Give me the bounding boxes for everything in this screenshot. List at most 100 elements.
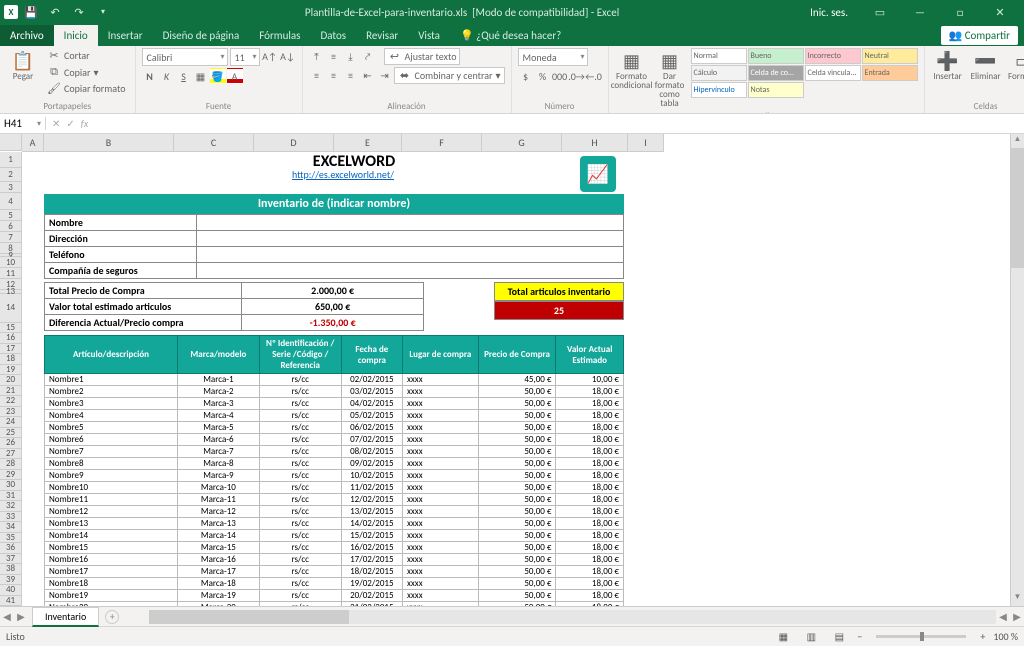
zoom-slider[interactable] <box>876 635 966 638</box>
table-row[interactable]: Nombre18Marca-18rs/cc19/02/2015xxxx50,00… <box>45 578 624 590</box>
scroll-up-icon[interactable]: ▲ <box>1011 134 1024 148</box>
inventory-data-table[interactable]: Artículo/descripciónMarca/modeloNº Ident… <box>44 335 624 606</box>
underline-icon[interactable]: S <box>176 68 192 84</box>
row-header[interactable]: 6 <box>0 221 22 232</box>
col-header[interactable]: D <box>254 134 334 151</box>
increase-font-icon[interactable]: A↑ <box>262 48 278 64</box>
cell-style[interactable]: Celda de co... <box>748 65 804 81</box>
delete-cells-button[interactable]: ➖Eliminar <box>969 48 1003 83</box>
align-top-icon[interactable]: ⤒ <box>309 48 325 64</box>
orientation-icon[interactable]: ⤤ <box>360 48 376 64</box>
doc-url-link[interactable]: http://es.excelworld.net/ <box>22 168 664 183</box>
tab-inicio[interactable]: Inicio <box>54 25 98 46</box>
tab-revisar[interactable]: Revisar <box>356 25 408 46</box>
format-cells-button[interactable]: ▭Formato <box>1007 48 1024 83</box>
row-headers[interactable]: 1234567891011121314151617181920212223242… <box>0 152 22 606</box>
bold-icon[interactable]: N <box>142 68 158 84</box>
ribbon-options-icon[interactable]: ▭ <box>860 0 900 24</box>
maximize-icon[interactable]: □ <box>940 0 980 24</box>
row-header[interactable]: 11 <box>0 268 22 279</box>
fx-icon[interactable]: fx <box>81 117 88 130</box>
enter-formula-icon[interactable]: ✓ <box>66 117 74 130</box>
table-row[interactable]: Nombre13Marca-13rs/cc14/02/2015xxxx50,00… <box>45 518 624 530</box>
row-header[interactable]: 14 <box>0 294 22 322</box>
table-row[interactable]: Nombre2Marca-2rs/cc03/02/2015xxxx50,00 €… <box>45 386 624 398</box>
row-header[interactable]: 4 <box>0 193 22 210</box>
align-bottom-icon[interactable]: ⤓ <box>343 48 359 64</box>
cell-style[interactable]: Neutral <box>862 48 918 64</box>
paste-button[interactable]: 📋Pegar <box>6 48 40 83</box>
italic-icon[interactable]: K <box>159 68 175 84</box>
table-row[interactable]: Nombre15Marca-15rs/cc16/02/2015xxxx50,00… <box>45 542 624 554</box>
wrap-text-button[interactable]: ↩Ajustar texto <box>384 48 461 65</box>
tab-file[interactable]: Archivo <box>0 25 54 46</box>
row-header[interactable]: 2 <box>0 168 22 183</box>
tab-fórmulas[interactable]: Fórmulas <box>249 25 310 46</box>
vertical-scrollbar[interactable]: ▲ ▼ <box>1010 134 1024 606</box>
cell-style[interactable]: Hipervínculo <box>691 82 747 98</box>
qat-customize-icon[interactable]: ▾ <box>92 2 114 22</box>
col-header[interactable]: E <box>334 134 402 151</box>
zoom-out-icon[interactable]: − <box>857 630 862 643</box>
format-as-table-button[interactable]: ▦Dar formato como tabla <box>653 48 687 110</box>
table-row[interactable]: Nombre3Marca-3rs/cc04/02/2015xxxx50,00 €… <box>45 398 624 410</box>
comma-icon[interactable]: 000 <box>552 68 568 84</box>
align-center-icon[interactable]: ≡ <box>326 67 342 83</box>
info-row[interactable]: Teléfono <box>45 247 624 263</box>
decrease-font-icon[interactable]: A↓ <box>280 48 296 64</box>
decrease-decimal-icon[interactable]: ←.0 <box>586 68 602 84</box>
table-header[interactable]: Precio de Compra <box>478 336 556 374</box>
info-row[interactable]: Compañía de seguros <box>45 263 624 279</box>
table-row[interactable]: Nombre20Marca-20rs/cc21/02/2015xxxx50,00… <box>45 602 624 607</box>
row-header[interactable]: 7 <box>0 232 22 243</box>
tell-me[interactable]: 💡 ¿Qué desea hacer? <box>450 25 571 46</box>
tab-vista[interactable]: Vista <box>408 25 450 46</box>
summary-row[interactable]: Total Precio de Compra2.000,00 € <box>45 283 424 299</box>
table-header[interactable]: Lugar de compra <box>403 336 479 374</box>
align-left-icon[interactable]: ≡ <box>309 67 325 83</box>
table-header[interactable]: Valor Actual Estimado <box>556 336 624 374</box>
name-box[interactable]: H41▾ <box>0 117 46 130</box>
table-row[interactable]: Nombre12Marca-12rs/cc13/02/2015xxxx50,00… <box>45 506 624 518</box>
cell-style[interactable]: Notas <box>748 82 804 98</box>
col-header[interactable]: F <box>402 134 482 151</box>
info-row[interactable]: Nombre <box>45 215 624 231</box>
copy-button[interactable]: ⧉Copiar ▾ <box>44 64 129 80</box>
select-all-corner[interactable] <box>0 134 22 151</box>
undo-icon[interactable]: ↶ <box>44 2 66 22</box>
scroll-thumb[interactable] <box>1011 148 1024 268</box>
summary-table[interactable]: Total Precio de Compra2.000,00 €Valor to… <box>44 282 424 331</box>
table-header[interactable]: Marca/modelo <box>177 336 259 374</box>
cell-styles-gallery[interactable]: NormalBuenoIncorrectoNeutralCálculoCelda… <box>691 48 918 98</box>
table-row[interactable]: Nombre19Marca-19rs/cc20/02/2015xxxx50,00… <box>45 590 624 602</box>
table-row[interactable]: Nombre9Marca-9rs/cc10/02/2015xxxx50,00 €… <box>45 470 624 482</box>
col-header[interactable]: G <box>482 134 562 151</box>
cell-style[interactable]: Incorrecto <box>805 48 861 64</box>
summary-row[interactable]: Diferencia Actual/Precio compra-1.350,00… <box>45 315 424 331</box>
percent-icon[interactable]: % <box>535 68 551 84</box>
format-painter-button[interactable]: 🖌Copiar formato <box>44 81 129 96</box>
table-row[interactable]: Nombre16Marca-16rs/cc17/02/2015xxxx50,00… <box>45 554 624 566</box>
insert-cells-button[interactable]: ➕Insertar <box>931 48 965 83</box>
zoom-in-icon[interactable]: + <box>980 630 985 643</box>
row-header[interactable]: 41 <box>0 596 22 607</box>
cell-style[interactable]: Celda vincula... <box>805 65 861 81</box>
col-header[interactable]: A <box>22 134 44 151</box>
tab-insertar[interactable]: Insertar <box>98 25 153 46</box>
number-format-combo[interactable]: Moneda <box>518 48 588 66</box>
tab-datos[interactable]: Datos <box>310 25 356 46</box>
align-right-icon[interactable]: ≡ <box>343 67 359 83</box>
align-middle-icon[interactable]: ≡ <box>326 48 342 64</box>
table-row[interactable]: Nombre11Marca-11rs/cc12/02/2015xxxx50,00… <box>45 494 624 506</box>
row-header[interactable]: 1 <box>0 152 22 168</box>
increase-indent-icon[interactable]: ⇥ <box>377 67 393 83</box>
redo-icon[interactable]: ↷ <box>68 2 90 22</box>
column-headers[interactable]: ABCDEFGHI <box>22 134 664 152</box>
col-header[interactable]: C <box>174 134 254 151</box>
font-color-icon[interactable]: A <box>227 68 243 84</box>
close-icon[interactable]: ✕ <box>980 0 1020 24</box>
table-row[interactable]: Nombre7Marca-7rs/cc08/02/2015xxxx50,00 €… <box>45 446 624 458</box>
currency-icon[interactable]: $ <box>518 68 534 84</box>
table-row[interactable]: Nombre1Marca-1rs/cc02/02/2015xxxx45,00 €… <box>45 374 624 386</box>
table-row[interactable]: Nombre8Marca-8rs/cc09/02/2015xxxx50,00 €… <box>45 458 624 470</box>
